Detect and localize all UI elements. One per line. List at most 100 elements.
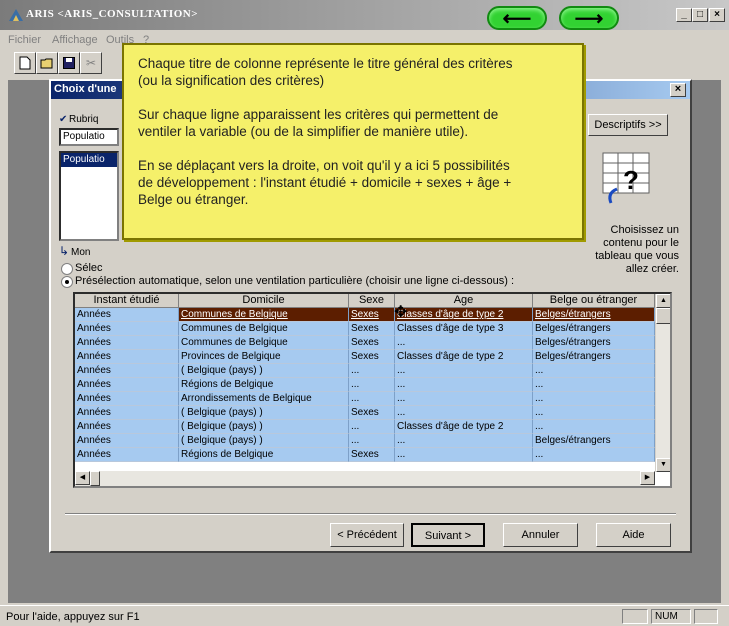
cell-belge[interactable]: ... [533, 364, 655, 378]
cell-belge[interactable]: ... [533, 448, 655, 462]
cell-domicile[interactable]: Communes de Belgique [179, 308, 349, 322]
cell-sexe[interactable]: ... [349, 378, 395, 392]
menu-affichage[interactable]: Affichage [52, 34, 98, 46]
cut-button[interactable]: ✂ [80, 52, 102, 74]
cell-age[interactable]: ... [395, 364, 533, 378]
rubric-dropdown[interactable]: Populatio [59, 128, 119, 146]
cell-instant[interactable]: Années [75, 378, 179, 392]
cell-age[interactable]: Classes d'âge de type 2 [395, 308, 533, 322]
cell-age[interactable]: ... [395, 336, 533, 350]
rubric-listbox[interactable]: Populatio [59, 151, 119, 241]
mon-link[interactable]: Mon [71, 247, 90, 258]
cell-belge[interactable]: ... [533, 392, 655, 406]
preselect-radio[interactable] [61, 276, 73, 288]
cell-domicile[interactable]: Provinces de Belgique [179, 350, 349, 364]
scroll-thumb[interactable] [656, 308, 670, 324]
previous-button[interactable]: < Précédent [330, 523, 404, 547]
cell-instant[interactable]: Années [75, 392, 179, 406]
cell-belge[interactable]: ... [533, 420, 655, 434]
table-row[interactable]: Années( Belgique (pays) )... Classes d'âg… [75, 420, 655, 434]
cell-belge[interactable]: Belges/étrangers [533, 336, 655, 350]
select-radio[interactable] [61, 263, 73, 275]
new-document-button[interactable] [14, 52, 36, 74]
minimize-button[interactable]: _ [676, 8, 692, 22]
scroll-down-icon[interactable]: ▼ [656, 458, 670, 472]
dialog-close-button[interactable]: × [670, 83, 686, 97]
cell-domicile[interactable]: ( Belgique (pays) ) [179, 364, 349, 378]
hscroll-thumb[interactable] [90, 471, 100, 486]
scroll-up-icon[interactable]: ▲ [656, 294, 670, 308]
cancel-button[interactable]: Annuler [503, 523, 578, 547]
cell-age[interactable]: Classes d'âge de type 3 [395, 322, 533, 336]
cell-instant[interactable]: Années [75, 364, 179, 378]
close-window-button[interactable]: × [709, 8, 725, 22]
cell-age[interactable]: ... [395, 378, 533, 392]
cell-sexe[interactable]: ... [349, 420, 395, 434]
descriptifs-button[interactable]: Descriptifs >> [588, 114, 668, 136]
table-row[interactable]: Années( Belgique (pays) )......... [75, 364, 655, 378]
cell-age[interactable]: ... [395, 434, 533, 448]
grid-horizontal-scrollbar[interactable]: ◀ ▶ [75, 471, 655, 486]
cell-age[interactable]: Classes d'âge de type 2 [395, 350, 533, 364]
table-row[interactable]: Années Régions de Belgique Sexes...... [75, 448, 655, 462]
help-button[interactable]: Aide [596, 523, 671, 547]
cell-sexe[interactable]: ... [349, 392, 395, 406]
cell-sexe[interactable]: Sexes [349, 350, 395, 364]
cell-domicile[interactable]: Régions de Belgique [179, 378, 349, 392]
scroll-left-icon[interactable]: ◀ [75, 471, 90, 485]
col-header-age[interactable]: Age [395, 294, 533, 308]
cell-domicile[interactable]: ( Belgique (pays) ) [179, 420, 349, 434]
back-arrow-button[interactable]: ⟵ [487, 6, 547, 30]
cell-age[interactable]: ... [395, 406, 533, 420]
cell-belge[interactable]: ... [533, 378, 655, 392]
table-row[interactable]: Années Communes de Belgique Sexes Classes d… [75, 308, 655, 322]
table-row[interactable]: Années Communes de Belgique Sexes Classes d… [75, 322, 655, 336]
cell-sexe[interactable]: Sexes [349, 448, 395, 462]
cell-sexe[interactable]: Sexes [349, 336, 395, 350]
col-header-instant[interactable]: Instant étudié [75, 294, 179, 308]
cell-instant[interactable]: Années [75, 336, 179, 350]
cell-belge[interactable]: Belges/étrangers [533, 322, 655, 336]
cell-instant[interactable]: Années [75, 434, 179, 448]
cell-instant[interactable]: Années [75, 308, 179, 322]
col-header-domicile[interactable]: Domicile [179, 294, 349, 308]
table-row[interactable]: Années Arrondissements de Belgique.......… [75, 392, 655, 406]
ventilation-grid[interactable]: Instant étudié Domicile Sexe Age Belge o… [73, 292, 672, 488]
cell-instant[interactable]: Années [75, 420, 179, 434]
rubric-list-item[interactable]: Populatio [61, 153, 117, 167]
cell-domicile[interactable]: Régions de Belgique [179, 448, 349, 462]
cell-sexe[interactable]: Sexes [349, 322, 395, 336]
cell-age[interactable]: Classes d'âge de type 2 [395, 420, 533, 434]
col-header-sexe[interactable]: Sexe [349, 294, 395, 308]
cell-sexe[interactable]: Sexes [349, 406, 395, 420]
cell-sexe[interactable]: ... [349, 364, 395, 378]
next-button[interactable]: Suivant > [411, 523, 485, 547]
cell-instant[interactable]: Années [75, 322, 179, 336]
cell-domicile[interactable]: Communes de Belgique [179, 322, 349, 336]
cell-instant[interactable]: Années [75, 406, 179, 420]
cell-age[interactable]: ... [395, 392, 533, 406]
cell-domicile[interactable]: Communes de Belgique [179, 336, 349, 350]
forward-arrow-button[interactable]: ⟶ [559, 6, 619, 30]
table-row[interactable]: Années Provinces de Belgique Sexes Classes … [75, 350, 655, 364]
menu-fichier[interactable]: Fichier [8, 34, 41, 46]
cell-domicile[interactable]: Arrondissements de Belgique [179, 392, 349, 406]
cell-instant[interactable]: Années [75, 448, 179, 462]
cell-age[interactable]: ... [395, 448, 533, 462]
cell-domicile[interactable]: ( Belgique (pays) ) [179, 406, 349, 420]
table-row[interactable]: Années( Belgique (pays) )...... Belges/ét… [75, 434, 655, 448]
cell-sexe[interactable]: ... [349, 434, 395, 448]
cell-belge[interactable]: ... [533, 406, 655, 420]
cell-belge[interactable]: Belges/étrangers [533, 308, 655, 322]
save-button[interactable] [58, 52, 80, 74]
cell-instant[interactable]: Années [75, 350, 179, 364]
cell-domicile[interactable]: ( Belgique (pays) ) [179, 434, 349, 448]
col-header-belge[interactable]: Belge ou étranger [533, 294, 655, 308]
table-row[interactable]: Années Régions de Belgique......... [75, 378, 655, 392]
cell-belge[interactable]: Belges/étrangers [533, 350, 655, 364]
scroll-right-icon[interactable]: ▶ [640, 471, 655, 485]
grid-vertical-scrollbar[interactable]: ▲ ▼ [655, 294, 670, 472]
maximize-button[interactable]: □ [692, 8, 708, 22]
cell-sexe[interactable]: Sexes [349, 308, 395, 322]
cell-belge[interactable]: Belges/étrangers [533, 434, 655, 448]
